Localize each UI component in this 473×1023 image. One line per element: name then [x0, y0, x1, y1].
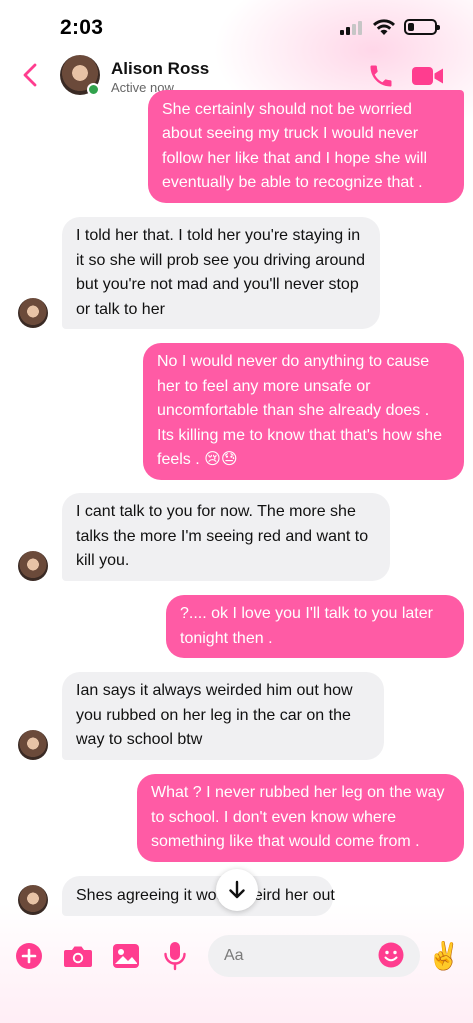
message-bubble[interactable]: I cant talk to you for now. The more she…	[62, 493, 390, 581]
chat-screen: 2:03 Alison Ross Active now She certainl…	[0, 0, 473, 1023]
message-text: I told her that. I told her you're stayi…	[76, 227, 366, 318]
message-bubble[interactable]: I told her that. I told her you're stayi…	[62, 217, 380, 329]
image-icon	[113, 944, 139, 968]
message-text: She certainly should not be worried abou…	[162, 100, 428, 192]
status-bar: 2:03	[0, 0, 473, 56]
quick-reaction-button[interactable]: ✌️	[427, 939, 461, 973]
message-bubble[interactable]: ?.... ok I love you I'll talk to you lat…	[166, 595, 464, 658]
sender-avatar[interactable]	[18, 298, 48, 328]
message-text: What ? I never rubbed her leg on the way…	[151, 784, 445, 851]
arrow-down-icon	[229, 880, 245, 899]
sender-avatar[interactable]	[18, 885, 48, 915]
message-bubble[interactable]: Ian says it always weirded him out how y…	[62, 672, 384, 760]
scroll-to-bottom-button[interactable]	[216, 869, 258, 911]
phone-icon[interactable]	[367, 62, 395, 90]
online-indicator	[87, 83, 100, 96]
camera-icon	[64, 946, 92, 967]
chevron-left-icon[interactable]	[16, 60, 46, 90]
battery-level	[408, 23, 415, 31]
message-text: ?.... ok I love you I'll talk to you lat…	[180, 605, 433, 647]
gallery-button[interactable]	[112, 942, 140, 970]
message-text: Ian says it always weirded him out how y…	[76, 682, 353, 749]
sender-avatar[interactable]	[18, 730, 48, 760]
video-camera-icon[interactable]	[411, 64, 445, 88]
wifi-icon	[373, 19, 395, 35]
status-time: 2:03	[60, 16, 104, 39]
message-bubble[interactable]: Shes agreeing it would weird her out	[62, 876, 335, 916]
message-bubble[interactable]: What ? I never rubbed her leg on the way…	[137, 774, 464, 862]
smiley-icon[interactable]	[378, 942, 404, 968]
camera-button[interactable]	[62, 942, 94, 970]
message-composer: ✌️	[0, 930, 473, 986]
message-text: I cant talk to you for now. The more she…	[76, 503, 369, 570]
message-text: No I would never do anything to cause he…	[157, 353, 442, 469]
contact-name[interactable]: Alison Ross	[111, 59, 209, 79]
cellular-signal-icon	[340, 21, 366, 35]
message-text: Shes agreeing it would weird her out	[76, 886, 335, 904]
message-list[interactable]: She certainly should not be worried abou…	[0, 90, 473, 920]
battery-icon	[404, 19, 440, 35]
voice-button[interactable]	[161, 942, 189, 971]
sender-avatar[interactable]	[18, 551, 48, 581]
message-bubble[interactable]: She certainly should not be worried abou…	[148, 90, 464, 203]
microphone-icon	[164, 942, 186, 971]
message-bubble[interactable]: No I would never do anything to cause he…	[143, 343, 464, 480]
plus-button[interactable]	[15, 942, 43, 970]
plus-circle-icon	[16, 943, 42, 969]
